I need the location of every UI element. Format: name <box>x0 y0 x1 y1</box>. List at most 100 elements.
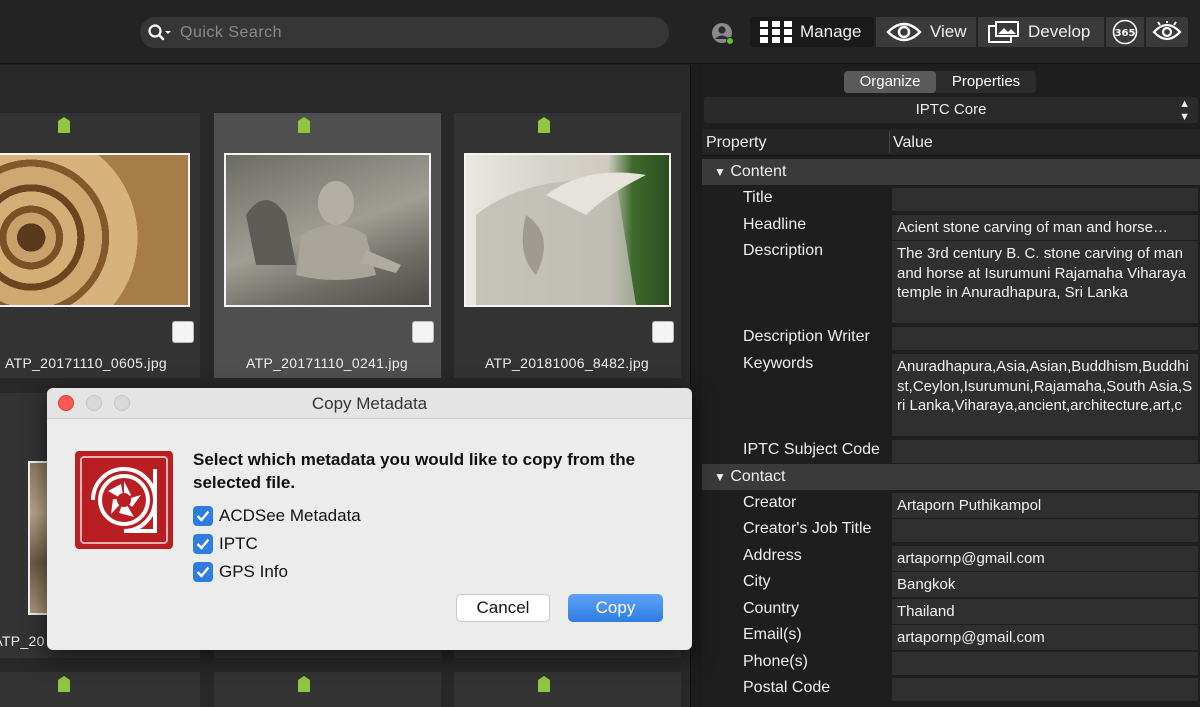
checkmark-icon <box>196 510 210 522</box>
thumbnail-image[interactable] <box>464 153 671 307</box>
365-text: 365 <box>1115 28 1136 39</box>
dashboard-button[interactable] <box>1146 17 1188 47</box>
checkbox-checked[interactable] <box>193 534 213 554</box>
checkbox-checked[interactable] <box>193 506 213 526</box>
select-checkbox[interactable] <box>172 321 194 343</box>
thumbnail-tile[interactable] <box>0 672 200 707</box>
section-contact[interactable]: ▼ Contact <box>702 464 1200 490</box>
thumbnail-tile-selected[interactable]: ATP_20171110_0241.jpg <box>214 113 441 378</box>
metadata-view-select[interactable]: IPTC Core ▲ ▼ <box>704 97 1198 123</box>
option-iptc[interactable]: IPTC <box>193 533 258 555</box>
property-value[interactable] <box>892 327 1198 350</box>
acdsee-365-button[interactable]: 365 <box>1106 17 1144 47</box>
thumbnail-image[interactable] <box>0 153 190 307</box>
property-value[interactable]: Bangkok <box>892 572 1198 597</box>
property-value[interactable] <box>892 188 1198 211</box>
panel-tab-group: Organize Properties <box>844 71 1036 93</box>
option-acdsee-metadata[interactable]: ACDSee Metadata <box>193 505 361 527</box>
disclosure-triangle-icon: ▼ <box>714 470 726 484</box>
property-value[interactable] <box>892 519 1198 542</box>
dialog-message: Select which metadata you would like to … <box>193 450 636 492</box>
tag-icon <box>538 117 550 133</box>
develop-label: Develop <box>1028 22 1091 41</box>
top-toolbar: Quick Search Manage View Develop 365 <box>0 0 1200 64</box>
manage-label: Manage <box>800 22 862 41</box>
tag-icon <box>298 117 310 133</box>
updown-arrows-icon: ▲ ▼ <box>1179 98 1190 123</box>
property-label: Phone(s) <box>743 653 808 670</box>
properties-panel: Organize Properties IPTC Core ▲ ▼ Propert… <box>702 65 1200 707</box>
select-checkbox[interactable] <box>652 321 674 343</box>
option-label: IPTC <box>219 534 258 553</box>
section-label: Contact <box>730 468 786 485</box>
column-header-property[interactable]: Property <box>706 134 766 152</box>
property-value[interactable] <box>892 652 1198 675</box>
property-label: Creator's Job Title <box>743 520 872 537</box>
property-label: City <box>743 573 771 590</box>
search-icon[interactable] <box>146 23 172 43</box>
property-label: Email(s) <box>743 626 802 643</box>
thumbnail-tile[interactable]: ATP_20171110_0605.jpg <box>0 113 200 378</box>
file-name: ATP_20171110_0605.jpg <box>5 355 167 371</box>
cancel-button[interactable]: Cancel <box>456 594 550 622</box>
option-label: GPS Info <box>219 562 288 581</box>
property-label: Address <box>743 547 802 564</box>
thumbnail-tile[interactable] <box>214 672 441 707</box>
property-value[interactable]: The 3rd century B. C. stone carving of m… <box>892 241 1198 323</box>
column-divider[interactable] <box>889 131 890 153</box>
365-icon: 365 <box>1112 19 1138 45</box>
checkmark-icon <box>196 566 210 578</box>
property-label: Postal Code <box>743 679 831 696</box>
section-content[interactable]: ▼ Content <box>702 159 1200 185</box>
acdsee-logo-icon <box>75 451 173 549</box>
tag-icon <box>298 676 310 692</box>
disclosure-triangle-icon: ▼ <box>714 165 726 179</box>
tag-icon <box>538 676 550 692</box>
property-value[interactable]: Thailand <box>892 599 1198 624</box>
property-value[interactable]: Anuradhapura,Asia,Asian,Buddhism,Buddhis… <box>892 354 1198 436</box>
option-label: ACDSee Metadata <box>219 506 361 525</box>
develop-mode-button[interactable]: Develop <box>978 17 1104 47</box>
property-label: Description <box>743 242 824 259</box>
property-value[interactable]: artapornp@gmail.com <box>892 625 1198 650</box>
tab-properties[interactable]: Properties <box>936 71 1036 93</box>
file-name: ATP_20171110_0241.jpg <box>246 355 408 371</box>
property-grid-header: Property Value <box>702 129 1200 156</box>
option-gps-info[interactable]: GPS Info <box>193 561 288 583</box>
copy-button[interactable]: Copy <box>568 594 663 622</box>
property-value[interactable]: Artaporn Puthikampol <box>892 493 1198 518</box>
manage-mode-button[interactable]: Manage <box>750 17 874 47</box>
property-value[interactable]: Acient stone carving of man and horse… <box>892 215 1198 240</box>
quick-search-field[interactable]: Quick Search <box>140 17 669 48</box>
view-mode-button[interactable]: View <box>876 17 976 47</box>
tab-organize[interactable]: Organize <box>844 71 936 93</box>
property-value[interactable]: artapornp@gmail.com <box>892 546 1198 571</box>
user-account-icon[interactable] <box>711 22 735 46</box>
develop-icon <box>988 21 1019 43</box>
select-checkbox[interactable] <box>412 321 434 343</box>
property-label: Headline <box>743 216 807 233</box>
stone-carving-figure <box>246 181 401 280</box>
property-label: Title <box>743 189 773 206</box>
winged-relief-figure <box>476 172 646 305</box>
property-value[interactable] <box>892 678 1198 701</box>
file-name: ATP_20181006_8482.jpg <box>484 355 650 371</box>
search-placeholder: Quick Search <box>180 24 283 41</box>
thumbnail-tile[interactable] <box>454 672 681 707</box>
copy-metadata-dialog: Copy Metadata Select which metadata you … <box>47 388 692 650</box>
property-value[interactable] <box>892 440 1198 463</box>
thumbnail-image[interactable] <box>224 153 431 307</box>
tag-icon <box>58 117 70 133</box>
property-label: IPTC Subject Code <box>743 441 880 458</box>
checkbox-checked[interactable] <box>193 562 213 582</box>
property-label: Creator <box>743 494 797 511</box>
dialog-title: Copy Metadata <box>311 394 428 413</box>
grid-icon <box>760 21 792 43</box>
property-label: Description Writer <box>743 328 870 345</box>
tag-icon <box>58 676 70 692</box>
dialog-titlebar[interactable]: Copy Metadata <box>47 388 692 419</box>
column-header-value[interactable]: Value <box>893 134 933 152</box>
eye-icon <box>886 22 922 42</box>
view-label: View <box>930 22 967 41</box>
thumbnail-tile[interactable]: ATP_20181006_8482.jpg <box>454 113 681 378</box>
